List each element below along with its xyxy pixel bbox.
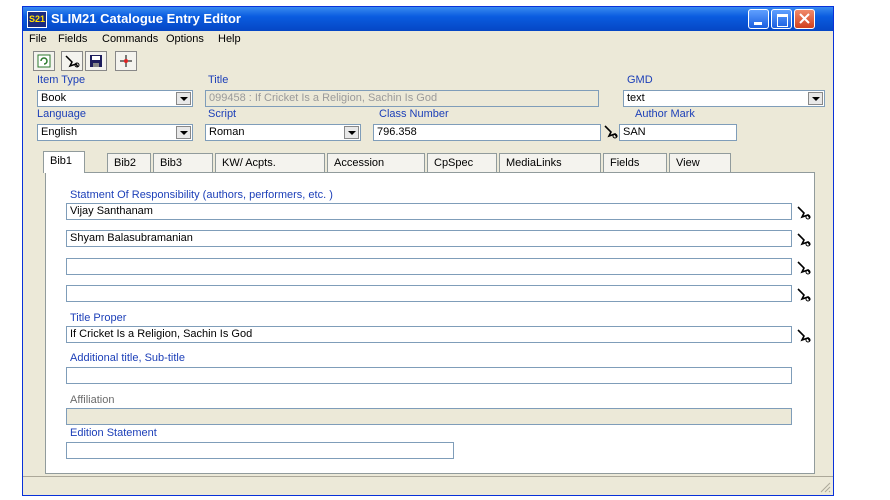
refresh-icon — [37, 54, 51, 68]
lookup-icon[interactable] — [796, 287, 812, 303]
language-value: English — [41, 126, 78, 138]
chevron-down-icon[interactable] — [344, 126, 359, 139]
menu-bar: File Fields Commands Options Help — [23, 31, 833, 49]
menu-commands[interactable]: Commands — [102, 33, 158, 45]
title-field: 099458 : If Cricket Is a Religion, Sachi… — [205, 90, 599, 107]
tab-kw-acpts[interactable]: KW/ Acpts. — [215, 153, 325, 172]
gmd-combo[interactable]: text — [623, 90, 825, 107]
lookup-icon — [65, 55, 80, 68]
gmd-label: GMD — [627, 74, 653, 86]
app-window: S21 SLIM21 Catalogue Entry Editor File F… — [22, 6, 834, 496]
status-bar — [23, 476, 833, 495]
maximize-icon — [777, 14, 788, 27]
lookup-icon[interactable] — [796, 260, 812, 276]
title-proper-field[interactable]: If Cricket Is a Religion, Sachin Is God — [66, 326, 792, 343]
author-mark-label: Author Mark — [635, 108, 695, 120]
window-title: SLIM21 Catalogue Entry Editor — [51, 11, 241, 26]
tab-cpspec[interactable]: CpSpec — [427, 153, 497, 172]
language-combo[interactable]: English — [37, 124, 193, 141]
tab-view[interactable]: View — [669, 153, 731, 172]
script-label: Script — [208, 108, 237, 120]
title-proper-label: Title Proper — [70, 312, 127, 324]
subtitle-label: Additional title, Sub-title — [70, 352, 185, 364]
lookup-icon[interactable] — [603, 124, 619, 140]
minimize-icon — [754, 22, 762, 25]
responsibility-field-2[interactable]: Shyam Balasubramanian — [66, 230, 792, 247]
responsibility-label: Statment Of Responsibility (authors, per… — [70, 189, 333, 201]
responsibility-field-4[interactable] — [66, 285, 792, 302]
chevron-down-icon[interactable] — [808, 92, 823, 105]
responsibility-field-1[interactable]: Vijay Santhanam — [66, 203, 792, 220]
resize-grip-icon[interactable] — [819, 481, 831, 493]
move-button[interactable] — [115, 51, 137, 71]
menu-file[interactable]: File — [29, 33, 47, 45]
tab-fields[interactable]: Fields — [603, 153, 667, 172]
menu-options[interactable]: Options — [166, 33, 204, 45]
edition-field[interactable] — [66, 442, 454, 459]
subtitle-field[interactable] — [66, 367, 792, 384]
lookup-icon[interactable] — [796, 232, 812, 248]
tab-bib2[interactable]: Bib2 — [107, 153, 151, 172]
minimize-button[interactable] — [748, 9, 769, 29]
tab-bib3[interactable]: Bib3 — [153, 153, 213, 172]
class-number-field[interactable]: 796.358 — [373, 124, 601, 141]
affiliation-field — [66, 408, 792, 425]
lookup-button[interactable] — [61, 51, 83, 71]
title-bar[interactable]: S21 SLIM21 Catalogue Entry Editor — [23, 7, 833, 31]
edition-label: Edition Statement — [70, 427, 157, 439]
chevron-down-icon[interactable] — [176, 126, 191, 139]
author-mark-field[interactable]: SAN — [619, 124, 737, 141]
lookup-icon[interactable] — [796, 205, 812, 221]
title-label: Title — [208, 74, 229, 86]
tab-medialinks[interactable]: MediaLinks — [499, 153, 601, 172]
gmd-value: text — [627, 92, 645, 104]
item-type-value: Book — [41, 92, 67, 104]
tab-accession[interactable]: Accession — [327, 153, 425, 172]
item-type-label: Item Type — [37, 74, 86, 86]
script-combo[interactable]: Roman — [205, 124, 361, 141]
move-icon — [120, 55, 132, 67]
refresh-button[interactable] — [33, 51, 55, 71]
save-icon — [90, 55, 102, 67]
affiliation-label: Affiliation — [70, 394, 115, 406]
save-button[interactable] — [85, 51, 107, 71]
close-button[interactable] — [794, 9, 815, 29]
bib1-panel: Statment Of Responsibility (authors, per… — [45, 172, 815, 474]
responsibility-field-3[interactable] — [66, 258, 792, 275]
script-value: Roman — [209, 126, 245, 138]
menu-help[interactable]: Help — [218, 33, 241, 45]
language-label: Language — [37, 108, 86, 120]
maximize-button[interactable] — [771, 9, 792, 29]
chevron-down-icon[interactable] — [176, 92, 191, 105]
app-logo-icon: S21 — [27, 11, 47, 28]
lookup-icon[interactable] — [796, 328, 812, 344]
menu-fields[interactable]: Fields — [58, 33, 87, 45]
class-number-label: Class Number — [379, 108, 449, 120]
tab-bib1[interactable]: Bib1 — [43, 151, 85, 173]
close-icon — [799, 13, 810, 24]
item-type-combo[interactable]: Book — [37, 90, 193, 107]
